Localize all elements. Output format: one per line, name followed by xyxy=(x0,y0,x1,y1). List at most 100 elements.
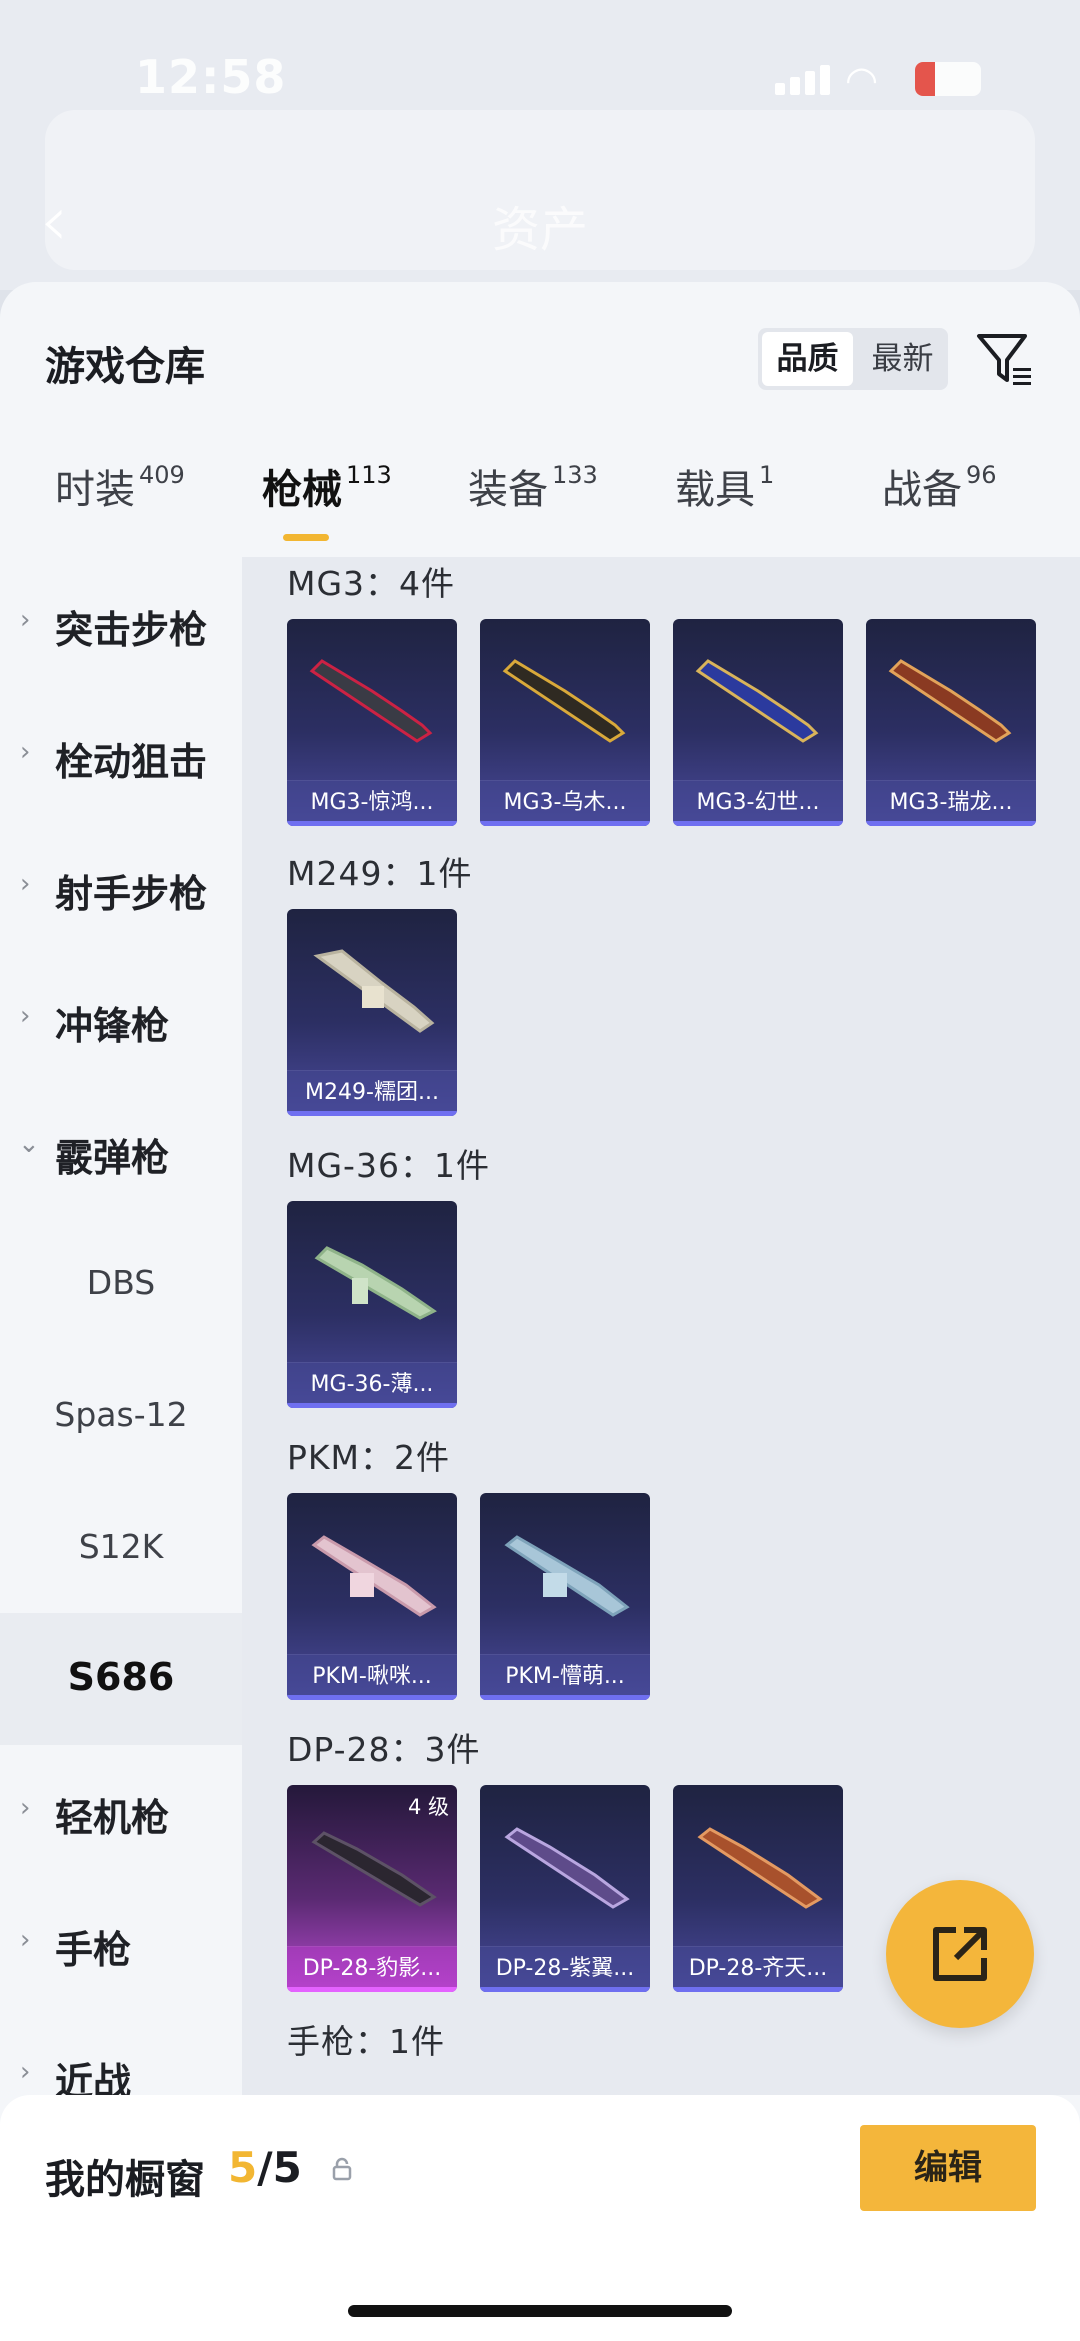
weapon-list[interactable]: MG3：4件 MG3-惊鸿... MG3-乌木... MG3-幻世... MG3… xyxy=(242,557,1080,2095)
card-rarity-stripe xyxy=(287,1695,457,1700)
gun-icon xyxy=(697,1827,823,1909)
sidebar-item-label: 冲锋枪 xyxy=(55,1004,170,1048)
category-tabs: 时装 409 枪械 113 装备 133 载具 1 战备 96 xyxy=(0,457,1080,537)
gun-icon xyxy=(313,949,435,1033)
skin-name: MG3-乌木... xyxy=(503,790,627,815)
card-rarity-stripe xyxy=(866,821,1036,826)
sidebar-item-shotgun[interactable]: ⌄ 霰弹枪 xyxy=(0,1085,242,1217)
group-title-dp28: DP-28：3件 xyxy=(287,1730,481,1769)
tab-vehicles[interactable]: 载具 1 xyxy=(675,457,774,515)
card-rarity-stripe xyxy=(287,1987,457,1992)
sidebar-item-label: DBS xyxy=(86,1263,156,1302)
tab-count: 133 xyxy=(552,460,598,489)
gun-icon xyxy=(311,1831,437,1907)
weapon-type-sidebar: › 突击步枪 › 栓动狙击 › 射手步枪 › 冲锋枪 ⌄ 霰弹枪 DBS Spas-12 … xyxy=(0,557,242,2341)
sidebar-item-label: 射手步枪 xyxy=(55,872,208,916)
tab-firearms[interactable]: 枪械 113 xyxy=(262,457,392,515)
wifi-icon: ◠ xyxy=(845,58,879,102)
card-rarity-stripe xyxy=(480,821,650,826)
tab-label: 枪械 xyxy=(262,467,342,513)
skin-card[interactable]: MG3-乌木... xyxy=(480,619,650,826)
showcase-separator: / xyxy=(257,2143,273,2192)
tab-equipment[interactable]: 装备 133 xyxy=(468,457,598,515)
skin-name: MG-36-薄... xyxy=(310,1372,434,1397)
skin-card[interactable]: MG3-幻世... xyxy=(673,619,843,826)
group-title-mg3: MG3：4件 xyxy=(287,564,456,603)
sidebar-item-label: 霰弹枪 xyxy=(55,1136,170,1180)
skin-name: PKM-懵萌... xyxy=(505,1664,625,1689)
sidebar-subitem-s12k[interactable]: S12K xyxy=(0,1481,242,1613)
sidebar-item-label: Spas-12 xyxy=(54,1395,188,1434)
skin-card[interactable]: PKM-啾咪... xyxy=(287,1493,457,1700)
sheet-title: 游戏仓库 xyxy=(45,344,205,390)
filter-icon[interactable] xyxy=(975,330,1035,390)
sidebar-item-assault-rifle[interactable]: › 突击步枪 xyxy=(0,557,242,689)
skin-card[interactable]: MG3-瑞龙... xyxy=(866,619,1036,826)
chevron-right-icon: › xyxy=(20,2057,31,2087)
chevron-right-icon: › xyxy=(20,1793,31,1823)
gun-icon xyxy=(314,1246,437,1320)
showcase-count: 5/5 xyxy=(228,2143,302,2192)
skin-card[interactable]: 4 级 DP-28-豹影... xyxy=(287,1785,457,1992)
sidebar-item-bolt-sniper[interactable]: › 栓动狙击 xyxy=(0,689,242,821)
tab-count: 113 xyxy=(346,460,392,489)
sidebar-item-pistol[interactable]: › 手枪 xyxy=(0,1877,242,2009)
tab-label: 装备 xyxy=(468,467,548,513)
skin-card[interactable]: MG-36-薄... xyxy=(287,1201,457,1408)
tab-supplies[interactable]: 战备 96 xyxy=(882,457,997,515)
group-title-m249: M249：1件 xyxy=(287,854,473,893)
sidebar-item-smg[interactable]: › 冲锋枪 xyxy=(0,953,242,1085)
tab-count: 96 xyxy=(966,460,997,489)
skin-card[interactable]: DP-28-紫翼... xyxy=(480,1785,650,1992)
top-background: 12:58 ◠ ‹ 资产 xyxy=(0,0,1080,290)
gun-icon xyxy=(502,659,626,743)
chevron-right-icon: › xyxy=(20,1925,31,1955)
sidebar-item-label: 轻机枪 xyxy=(55,1796,170,1840)
sort-latest-button[interactable]: 最新 xyxy=(857,328,948,390)
nav-title: 资产 xyxy=(491,202,588,258)
card-rarity-stripe xyxy=(673,1987,843,1992)
tab-label: 战备 xyxy=(882,467,962,513)
sidebar-item-marksman-rifle[interactable]: › 射手步枪 xyxy=(0,821,242,953)
card-rarity-stripe xyxy=(287,821,457,826)
skin-card[interactable]: MG3-惊鸿... xyxy=(287,619,457,826)
skin-name: MG3-惊鸿... xyxy=(310,790,434,815)
group-title-mg36: MG-36：1件 xyxy=(287,1146,490,1185)
gun-icon xyxy=(504,1827,630,1909)
sidebar-subitem-spas12[interactable]: Spas-12 xyxy=(0,1349,242,1481)
sidebar-item-label: 栓动狙击 xyxy=(55,740,208,784)
gun-icon xyxy=(695,659,819,743)
skin-name: MG3-幻世... xyxy=(696,790,820,815)
chevron-right-icon: › xyxy=(20,737,31,767)
edit-button[interactable]: 编辑 xyxy=(860,2125,1036,2211)
card-rarity-stripe xyxy=(480,1987,650,1992)
sidebar-item-label: 突击步枪 xyxy=(55,608,208,652)
skin-card[interactable]: PKM-懵萌... xyxy=(480,1493,650,1700)
skin-name: M249-糯团... xyxy=(305,1080,439,1105)
sidebar-item-lmg[interactable]: › 轻机枪 xyxy=(0,1745,242,1877)
sheet-header: 游戏仓库 品质 最新 xyxy=(0,282,1080,412)
battery-icon xyxy=(915,62,981,96)
chevron-down-icon: ⌄ xyxy=(18,1129,40,1159)
chevron-right-icon: › xyxy=(20,605,31,635)
tab-count: 409 xyxy=(139,460,185,489)
skin-name: DP-28-齐天... xyxy=(688,1956,828,1981)
gun-icon xyxy=(504,1535,630,1617)
card-rarity-stripe xyxy=(287,1111,457,1116)
chevron-right-icon: › xyxy=(20,1001,31,1031)
sidebar-subitem-dbs[interactable]: DBS xyxy=(0,1217,242,1349)
skin-card[interactable]: DP-28-齐天... xyxy=(673,1785,843,1992)
tab-fashion[interactable]: 时装 409 xyxy=(55,457,185,515)
sort-toggle: 品质 最新 xyxy=(758,328,948,390)
skin-name: DP-28-紫翼... xyxy=(495,1956,635,1981)
skin-card[interactable]: M249-糯团... xyxy=(287,909,457,1116)
active-tab-indicator xyxy=(283,534,329,541)
sort-quality-button[interactable]: 品质 xyxy=(762,332,853,386)
share-button[interactable] xyxy=(886,1880,1034,2028)
sidebar-subitem-s686[interactable]: S686 xyxy=(0,1613,242,1745)
share-icon xyxy=(933,1927,987,1981)
gun-icon xyxy=(888,659,1012,743)
sidebar-item-label: S686 xyxy=(67,1655,175,1699)
tab-count: 1 xyxy=(759,460,775,489)
status-time: 12:58 xyxy=(135,50,287,104)
